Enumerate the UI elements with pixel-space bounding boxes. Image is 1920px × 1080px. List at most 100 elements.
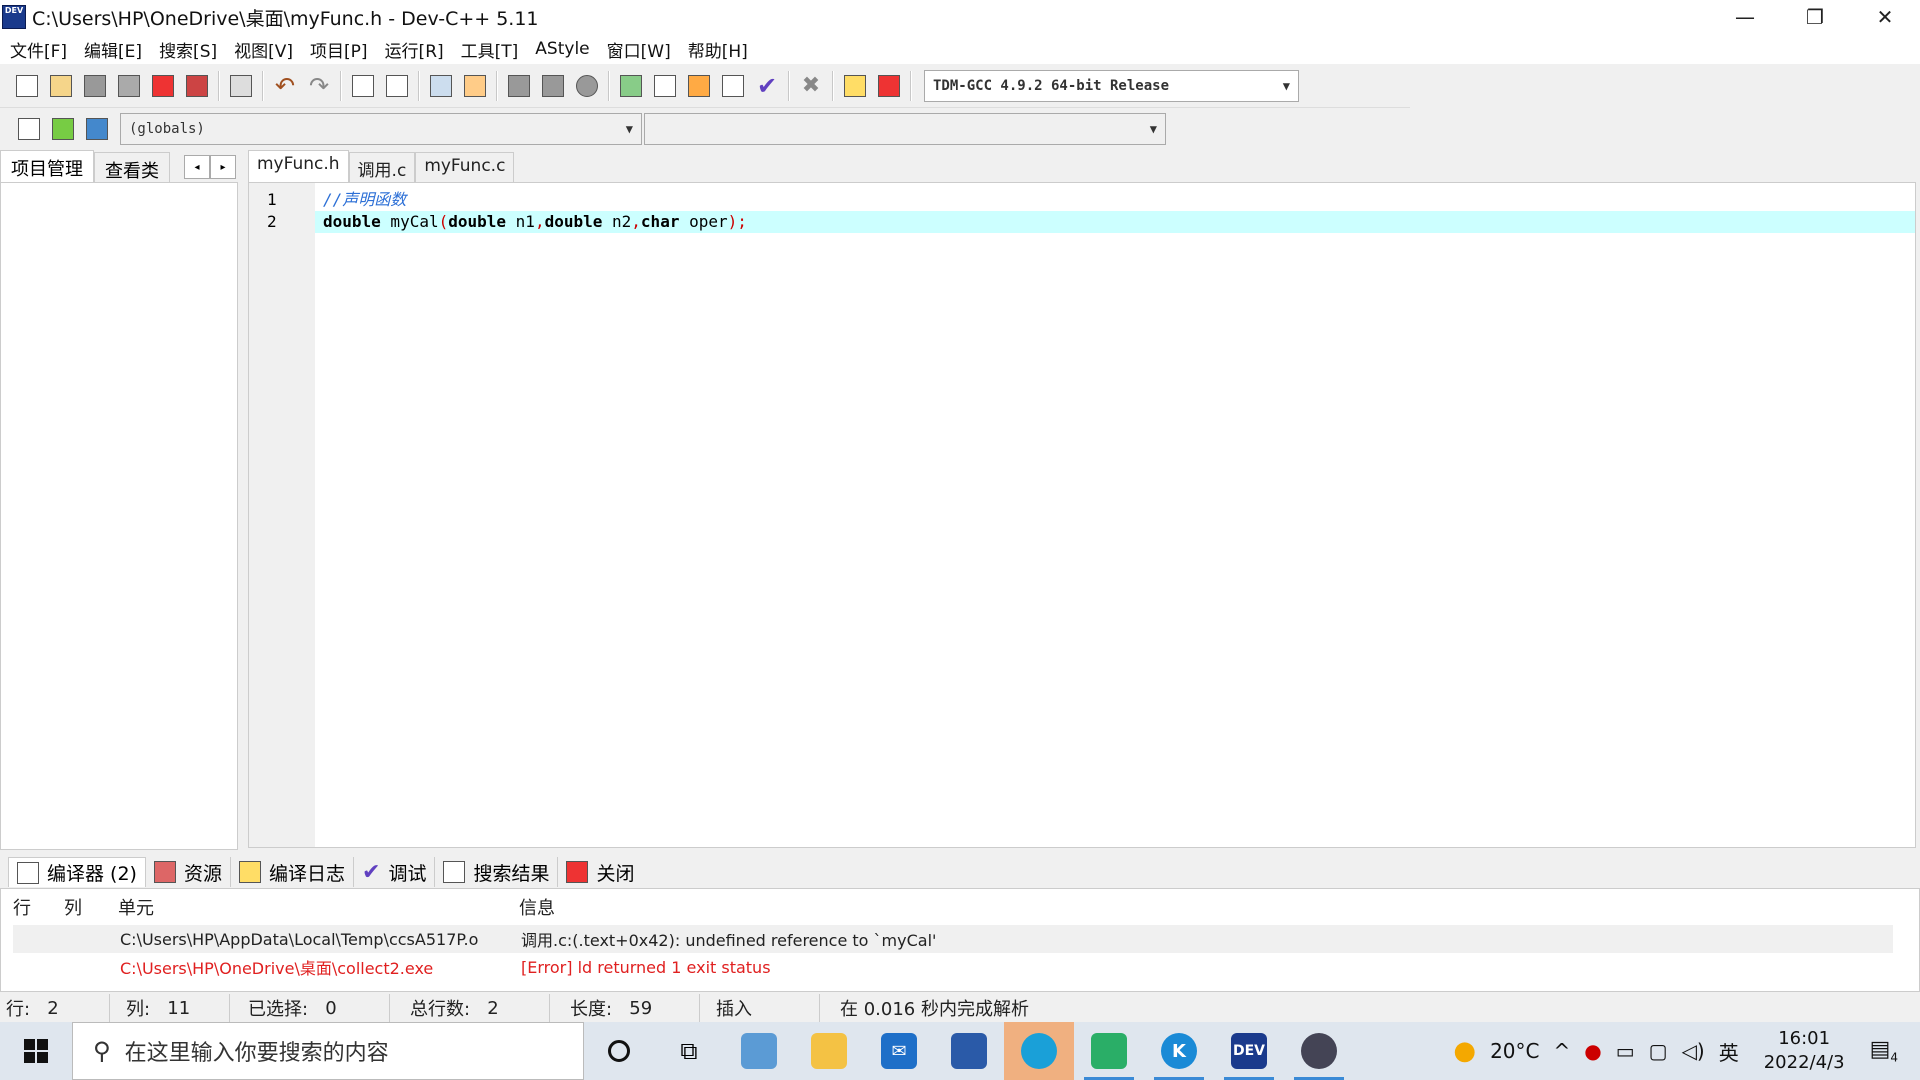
- restore-button[interactable]: ❐: [1780, 0, 1850, 34]
- tab-resources[interactable]: 资源: [146, 857, 231, 887]
- scope-select[interactable]: (globals) ▼: [120, 113, 642, 145]
- tab-class-view[interactable]: 查看类: [94, 152, 170, 182]
- edge-icon: [1021, 1033, 1057, 1069]
- profile-button[interactable]: [838, 69, 872, 103]
- message-row-error[interactable]: C:\Users\HP\OneDrive\桌面\collect2.exe [Er…: [13, 953, 1893, 981]
- insert-button[interactable]: [12, 112, 46, 146]
- header-line[interactable]: 行: [1, 894, 46, 920]
- tab-close[interactable]: 关闭: [558, 857, 642, 887]
- toggle-bookmark-button[interactable]: [46, 112, 80, 146]
- save-button[interactable]: [78, 69, 112, 103]
- menu-edit[interactable]: 编辑[E]: [78, 37, 153, 62]
- tab-myfunc-c[interactable]: myFunc.c: [415, 152, 515, 182]
- compiler-messages: 行 列 单元 信息 C:\Users\HP\AppData\Local\Temp…: [0, 888, 1920, 992]
- tab-diaoyong-c[interactable]: 调用.c: [348, 152, 416, 182]
- run-button[interactable]: [648, 69, 682, 103]
- line-number-gutter: [249, 183, 315, 847]
- compile-button[interactable]: [614, 69, 648, 103]
- start-button[interactable]: [0, 1022, 72, 1080]
- save-all-button[interactable]: [112, 69, 146, 103]
- goto-bookmark-button[interactable]: [80, 112, 114, 146]
- menu-astyle[interactable]: AStyle: [529, 39, 600, 59]
- code-symbol: ,: [534, 212, 545, 231]
- menu-search[interactable]: 搜索[S]: [153, 37, 228, 62]
- status-total-label: 总行数:: [410, 999, 471, 1020]
- taskbar-app-k[interactable]: K: [1144, 1022, 1214, 1080]
- wechat-icon: [1091, 1033, 1127, 1069]
- project-tree[interactable]: [0, 182, 238, 850]
- network-icon[interactable]: ▢: [1642, 1039, 1675, 1063]
- battery-icon[interactable]: ▭: [1609, 1039, 1642, 1063]
- minimize-button[interactable]: —: [1710, 0, 1780, 34]
- tab-project-manager[interactable]: 项目管理: [0, 150, 94, 182]
- notification-icon[interactable]: ▤4: [1863, 1037, 1920, 1064]
- replace-button[interactable]: [380, 69, 414, 103]
- menu-run[interactable]: 运行[R]: [379, 37, 455, 62]
- menu-tools[interactable]: 工具[T]: [455, 37, 530, 62]
- redo-button[interactable]: ↷: [302, 69, 336, 103]
- remove-from-project-button[interactable]: [536, 69, 570, 103]
- add-to-project-button[interactable]: [502, 69, 536, 103]
- volume-icon[interactable]: ◁): [1675, 1039, 1712, 1063]
- taskbar-app-mail[interactable]: ✉: [864, 1022, 934, 1080]
- taskbar-app-devcpp[interactable]: DEV: [1214, 1022, 1284, 1080]
- goto-line-button[interactable]: [458, 69, 492, 103]
- cortana-button[interactable]: [584, 1022, 654, 1080]
- task-view-button[interactable]: ⧉: [654, 1022, 724, 1080]
- debug-button[interactable]: ✔: [750, 69, 784, 103]
- stop-x-icon: ✖: [801, 73, 821, 98]
- taskbar-search[interactable]: ⚲ 在这里输入你要搜索的内容: [72, 1022, 584, 1080]
- clock[interactable]: 16:01 2022/4/3: [1746, 1027, 1863, 1075]
- compiler-select[interactable]: TDM-GCC 4.9.2 64-bit Release ▼: [924, 69, 1299, 102]
- header-col[interactable]: 列: [46, 894, 96, 920]
- menu-file[interactable]: 文件[F]: [4, 37, 78, 62]
- taskbar-app-wechat[interactable]: [1074, 1022, 1144, 1080]
- taskbar-app-store[interactable]: [934, 1022, 1004, 1080]
- tab-compile-log[interactable]: 编译日志: [231, 857, 354, 887]
- taskbar-app-this-pc[interactable]: [724, 1022, 794, 1080]
- header-message[interactable]: 信息: [501, 894, 555, 920]
- tab-myfunc-h[interactable]: myFunc.h: [248, 150, 349, 182]
- tab-scroll-left-button[interactable]: ◂: [184, 155, 210, 179]
- compile-icon: [620, 74, 642, 97]
- taskbar-app-edge[interactable]: [1004, 1022, 1074, 1080]
- symbol-select[interactable]: ▼: [644, 113, 1166, 145]
- open-button[interactable]: [44, 69, 78, 103]
- menu-window[interactable]: 窗口[W]: [601, 37, 682, 62]
- close-button[interactable]: ✕: [1850, 0, 1920, 34]
- project-options-button[interactable]: [570, 69, 604, 103]
- devcpp-app-icon[interactable]: DEV: [2, 5, 26, 29]
- tab-scroll-right-button[interactable]: ▸: [210, 155, 236, 179]
- menu-project[interactable]: 项目[P]: [304, 37, 379, 62]
- undo-button[interactable]: ↶: [268, 69, 302, 103]
- checkmark-icon: ✔: [362, 859, 381, 885]
- computer-icon: [741, 1033, 777, 1069]
- close-all-button[interactable]: [180, 69, 214, 103]
- close-file-icon: [152, 74, 174, 97]
- taskbar-app-avatar[interactable]: [1284, 1022, 1354, 1080]
- close-file-button[interactable]: [146, 69, 180, 103]
- print-button[interactable]: [224, 69, 258, 103]
- tab-debug[interactable]: ✔ 调试: [354, 857, 436, 887]
- tab-compiler[interactable]: 编译器 (2): [8, 857, 146, 887]
- stop-button[interactable]: ✖: [794, 69, 828, 103]
- new-file-button[interactable]: [10, 69, 44, 103]
- indent-button[interactable]: [424, 69, 458, 103]
- weather-sun-icon[interactable]: ●: [1446, 1036, 1483, 1066]
- weather-temperature[interactable]: 20°C: [1483, 1039, 1546, 1063]
- tab-search-results[interactable]: 搜索结果: [435, 857, 559, 887]
- delete-profile-button[interactable]: [872, 69, 906, 103]
- chevron-up-icon[interactable]: ^: [1547, 1039, 1578, 1063]
- qq-icon[interactable]: ●: [1577, 1039, 1608, 1063]
- code-editor[interactable]: 1 //声明函数 2 double myCal(double n1,double…: [248, 182, 1916, 848]
- taskbar-app-explorer[interactable]: [794, 1022, 864, 1080]
- rebuild-all-button[interactable]: [716, 69, 750, 103]
- menu-view[interactable]: 视图[V]: [228, 37, 304, 62]
- header-unit[interactable]: 单元: [96, 894, 501, 920]
- menu-help[interactable]: 帮助[H]: [682, 37, 759, 62]
- goto-line-icon: [464, 74, 486, 97]
- compile-run-button[interactable]: [682, 69, 716, 103]
- ime-indicator[interactable]: 英: [1712, 1037, 1746, 1066]
- find-button[interactable]: [346, 69, 380, 103]
- message-row[interactable]: C:\Users\HP\AppData\Local\Temp\ccsA517P.…: [13, 925, 1893, 953]
